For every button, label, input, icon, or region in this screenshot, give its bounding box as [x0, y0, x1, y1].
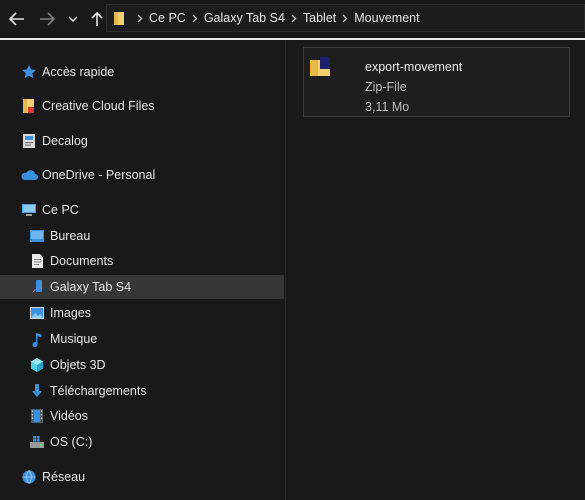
pictures-icon — [28, 304, 46, 322]
cube-3d-icon — [28, 356, 46, 374]
file-type: Zip-File — [365, 80, 407, 94]
zip-folder-icon — [308, 54, 332, 82]
network-globe-icon — [20, 468, 38, 486]
sidebar-item-label: Objets 3D — [50, 358, 106, 372]
sidebar-item-label: Bureau — [50, 229, 91, 243]
music-note-icon — [28, 330, 46, 348]
sidebar-item-videos[interactable]: Vidéos — [0, 404, 284, 428]
desktop-folder-icon — [28, 227, 46, 245]
sidebar-item-os-c[interactable]: OS (C:) — [0, 430, 284, 454]
file-tile[interactable]: export-movement Zip-File 3,11 Mo — [303, 47, 570, 117]
back-button[interactable] — [2, 4, 32, 34]
sidebar-item-objets-3d[interactable]: Objets 3D — [0, 353, 284, 377]
file-name: export-movement — [365, 60, 463, 74]
chevron-right-icon — [131, 14, 149, 23]
breadcrumb-mouvement[interactable]: Mouvement — [354, 11, 419, 25]
sidebar-item-label: Images — [50, 306, 91, 320]
sidebar-item-creative-cloud[interactable]: Creative Cloud Files — [0, 94, 284, 118]
windows-drive-icon — [28, 433, 46, 451]
download-arrow-icon — [28, 382, 46, 400]
file-list: export-movement Zip-File 3,11 Mo — [287, 40, 585, 500]
sidebar-item-label: Documents — [50, 254, 114, 268]
arrow-right-icon — [40, 12, 55, 26]
cloud-icon — [20, 166, 38, 184]
sidebar-item-label: OS (C:) — [50, 435, 93, 449]
folder-icon — [113, 10, 127, 26]
sidebar-item-decalog[interactable]: Decalog — [0, 129, 284, 153]
breadcrumb-tablet[interactable]: Tablet — [303, 11, 336, 25]
creative-cloud-folder-icon — [20, 97, 38, 115]
recent-locations-button[interactable] — [62, 4, 84, 34]
decalog-icon — [20, 132, 38, 150]
computer-icon — [20, 201, 38, 219]
navigation-pane: Accès rapide Creative Cloud Files Decalo… — [0, 40, 286, 500]
sidebar-item-label: Creative Cloud Files — [42, 99, 155, 113]
navigation-bar: Ce PC Galaxy Tab S4 Tablet Mouvement — [0, 0, 585, 38]
chevron-right-icon — [336, 14, 354, 23]
tablet-device-icon — [28, 278, 46, 296]
sidebar-item-label: Réseau — [42, 470, 86, 484]
chevron-right-icon — [186, 14, 204, 23]
address-bar[interactable]: Ce PC Galaxy Tab S4 Tablet Mouvement — [106, 4, 585, 32]
sidebar-item-label: Accès rapide — [42, 65, 115, 79]
sidebar-item-label: OneDrive - Personal — [42, 168, 156, 182]
sidebar-item-label: Vidéos — [50, 409, 88, 423]
sidebar-item-label: Téléchargements — [50, 384, 147, 398]
chevron-down-icon — [68, 15, 78, 22]
sidebar-item-images[interactable]: Images — [0, 301, 284, 325]
file-size: 3,11 Mo — [365, 100, 410, 114]
sidebar-item-label: Musique — [50, 332, 98, 346]
sidebar-item-label: Decalog — [42, 134, 88, 148]
star-icon — [20, 63, 38, 81]
breadcrumb-galaxy-tab[interactable]: Galaxy Tab S4 — [204, 11, 285, 25]
forward-button[interactable] — [32, 4, 62, 34]
sidebar-item-bureau[interactable]: Bureau — [0, 224, 284, 248]
arrow-up-icon — [91, 11, 103, 26]
sidebar-item-label: Galaxy Tab S4 — [50, 280, 132, 294]
sidebar-item-reseau[interactable]: Réseau — [0, 465, 284, 489]
sidebar-item-musique[interactable]: Musique — [0, 327, 284, 351]
sidebar-item-onedrive[interactable]: OneDrive - Personal — [0, 163, 284, 187]
sidebar-item-documents[interactable]: Documents — [0, 249, 284, 273]
sidebar-item-quick-access[interactable]: Accès rapide — [0, 60, 284, 84]
film-strip-icon — [28, 407, 46, 425]
sidebar-item-label: Ce PC — [42, 203, 79, 217]
breadcrumb-ce-pc[interactable]: Ce PC — [149, 11, 186, 25]
arrow-left-icon — [9, 12, 24, 26]
sidebar-item-telechargements[interactable]: Téléchargements — [0, 379, 284, 403]
sidebar-item-galaxy-tab[interactable]: Galaxy Tab S4 — [0, 275, 284, 299]
chevron-right-icon — [285, 14, 303, 23]
sidebar-item-this-pc[interactable]: Ce PC — [0, 198, 284, 222]
document-icon — [28, 252, 46, 270]
